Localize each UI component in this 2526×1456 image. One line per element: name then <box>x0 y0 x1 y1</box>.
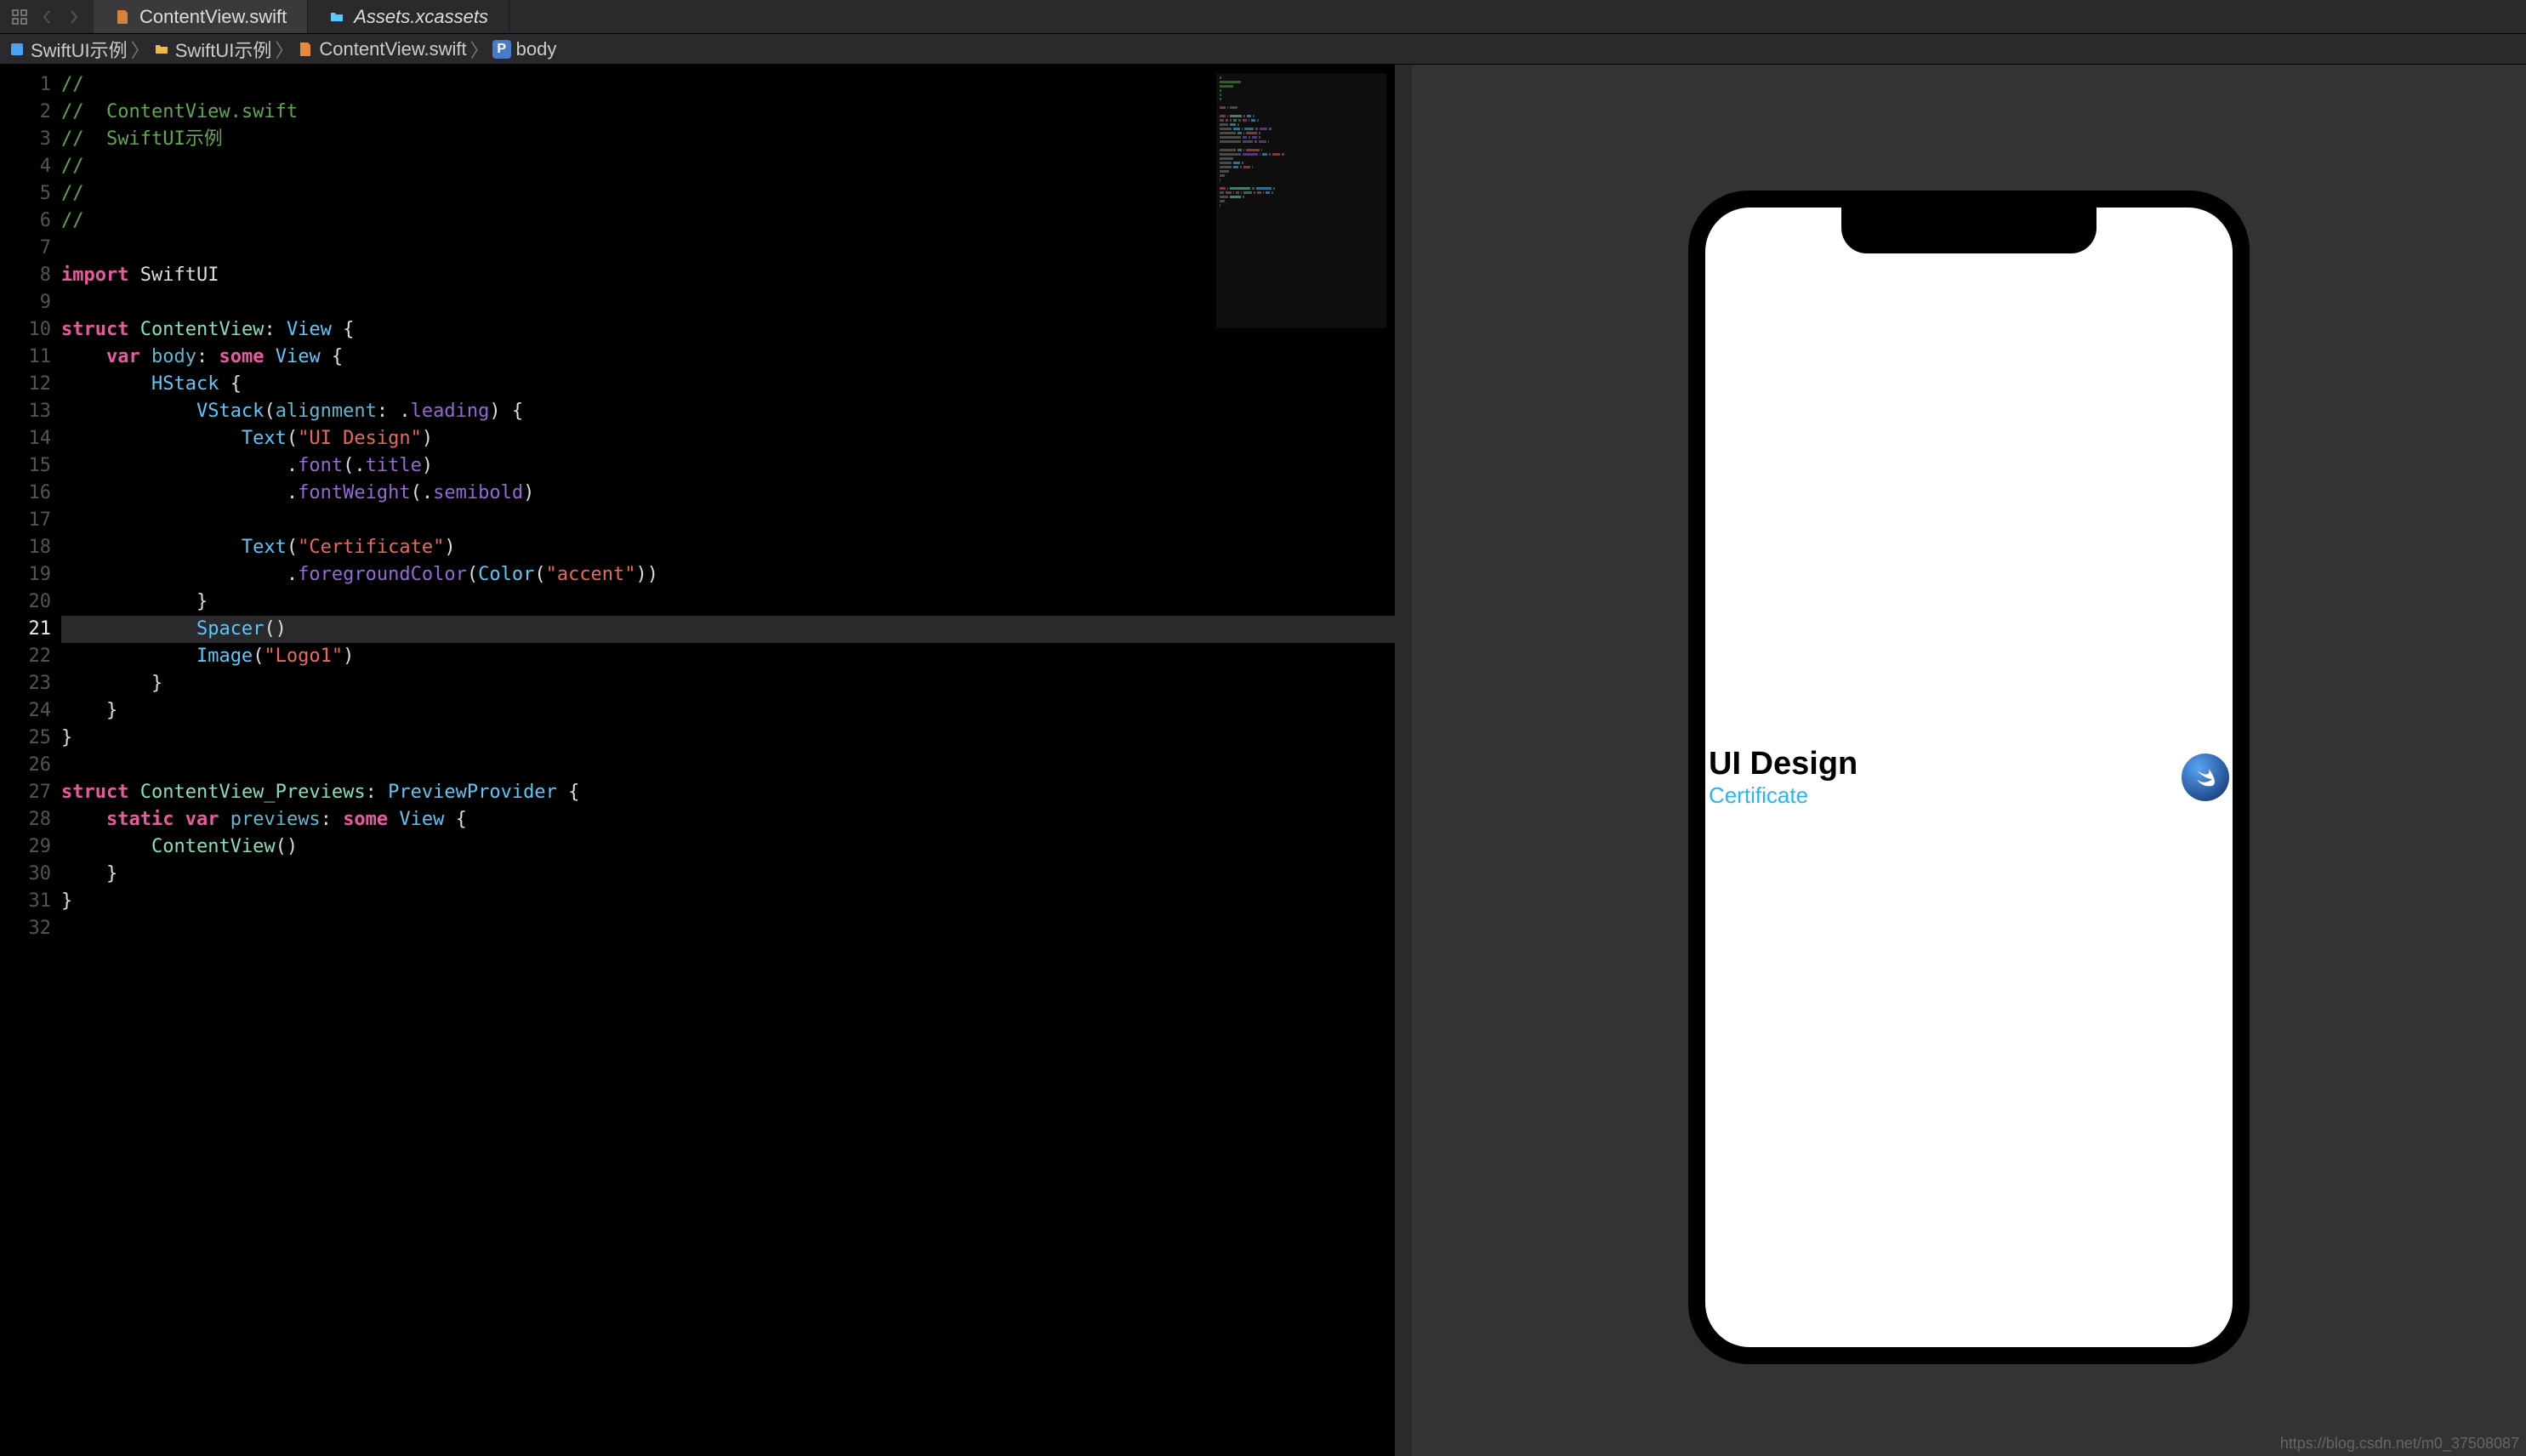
code-line[interactable]: // <box>61 71 1412 99</box>
tab-nav <box>0 0 94 33</box>
code-line[interactable]: } <box>61 670 1412 697</box>
swift-file-icon <box>114 9 131 26</box>
tab-bar: ContentView.swift Assets.xcassets <box>0 0 2526 34</box>
main-split: 1234567891011121314151617181920212223242… <box>0 65 2526 1456</box>
code-line[interactable]: // <box>61 180 1412 208</box>
breadcrumb: SwiftUI示例 〉 SwiftUI示例 〉 ContentView.swif… <box>0 34 2526 65</box>
code-line[interactable] <box>61 915 1412 942</box>
chevron-right-icon: 〉 <box>275 36 293 63</box>
tab-label: ContentView.swift <box>139 6 287 28</box>
code-line[interactable]: // <box>61 208 1412 235</box>
code-line[interactable]: Text("Certificate") <box>61 534 1412 561</box>
crumb-property[interactable]: P body <box>492 38 557 60</box>
code-line[interactable] <box>61 752 1412 779</box>
code-line[interactable]: } <box>61 725 1412 752</box>
code-line[interactable]: HStack { <box>61 371 1412 398</box>
preview-subtitle: Certificate <box>1709 782 1858 809</box>
code-line[interactable]: // ContentView.swift <box>61 99 1412 126</box>
code-line[interactable]: ContentView() <box>61 833 1412 861</box>
code-line[interactable]: .font(.title) <box>61 452 1412 480</box>
code-line[interactable]: // SwiftUI示例 <box>61 126 1412 153</box>
tab-contentview[interactable]: ContentView.swift <box>94 0 308 33</box>
crumb-project[interactable]: SwiftUI示例 <box>9 36 128 63</box>
code-line[interactable]: } <box>61 589 1412 616</box>
crumb-folder[interactable]: SwiftUI示例 <box>153 36 272 63</box>
code-line[interactable]: Text("UI Design") <box>61 425 1412 452</box>
minimap[interactable] <box>1216 73 1386 328</box>
property-badge-icon: P <box>492 40 511 59</box>
swift-logo-icon <box>2182 754 2229 801</box>
phone-notch <box>1841 208 2096 253</box>
phone-content: UI Design Certificate <box>1705 746 2233 809</box>
swift-file-icon <box>297 41 314 58</box>
crumb-label: SwiftUI示例 <box>175 36 272 63</box>
assets-folder-icon <box>328 9 345 26</box>
preview-pane: Preview UI Design Certificate <box>1412 65 2526 1456</box>
code-editor[interactable]: //// ContentView.swift// SwiftUI示例//////… <box>61 65 1412 1456</box>
code-line[interactable]: static var previews: some View { <box>61 806 1412 833</box>
project-icon <box>9 41 26 58</box>
code-line[interactable]: Spacer() <box>61 616 1412 643</box>
crumb-label: SwiftUI示例 <box>31 36 128 63</box>
back-icon[interactable] <box>37 8 56 26</box>
code-line[interactable] <box>61 507 1412 534</box>
code-line[interactable] <box>61 235 1412 262</box>
code-line[interactable]: } <box>61 888 1412 915</box>
forward-icon[interactable] <box>65 8 83 26</box>
chevron-right-icon: 〉 <box>131 36 150 63</box>
crumb-file[interactable]: ContentView.swift <box>297 38 466 60</box>
crumb-label: body <box>516 38 557 60</box>
code-line[interactable]: var body: some View { <box>61 344 1412 371</box>
tab-assets[interactable]: Assets.xcassets <box>308 0 509 33</box>
code-line[interactable]: .fontWeight(.semibold) <box>61 480 1412 507</box>
code-line[interactable] <box>61 289 1412 316</box>
squares-icon[interactable] <box>10 8 29 26</box>
scrollbar[interactable] <box>1395 65 1412 1456</box>
line-gutter: 1234567891011121314151617181920212223242… <box>0 65 61 1456</box>
code-line[interactable]: VStack(alignment: .leading) { <box>61 398 1412 425</box>
editor-pane: 1234567891011121314151617181920212223242… <box>0 65 1412 1456</box>
code-line[interactable]: Image("Logo1") <box>61 643 1412 670</box>
code-line[interactable]: import SwiftUI <box>61 262 1412 289</box>
code-line[interactable]: } <box>61 697 1412 725</box>
code-line[interactable]: .foregroundColor(Color("accent")) <box>61 561 1412 589</box>
watermark: https://blog.csdn.net/m0_37508087 <box>2280 1435 2519 1453</box>
preview-title: UI Design <box>1709 746 1858 782</box>
phone-screen: UI Design Certificate <box>1705 208 2233 1347</box>
phone-mockup: UI Design Certificate <box>1688 191 2250 1364</box>
tab-label: Assets.xcassets <box>354 6 488 28</box>
folder-icon <box>153 41 170 58</box>
code-line[interactable]: // <box>61 153 1412 180</box>
crumb-label: ContentView.swift <box>319 38 466 60</box>
code-line[interactable]: } <box>61 861 1412 888</box>
code-line[interactable]: struct ContentView_Previews: PreviewProv… <box>61 779 1412 806</box>
chevron-right-icon: 〉 <box>470 36 489 63</box>
code-line[interactable]: struct ContentView: View { <box>61 316 1412 344</box>
